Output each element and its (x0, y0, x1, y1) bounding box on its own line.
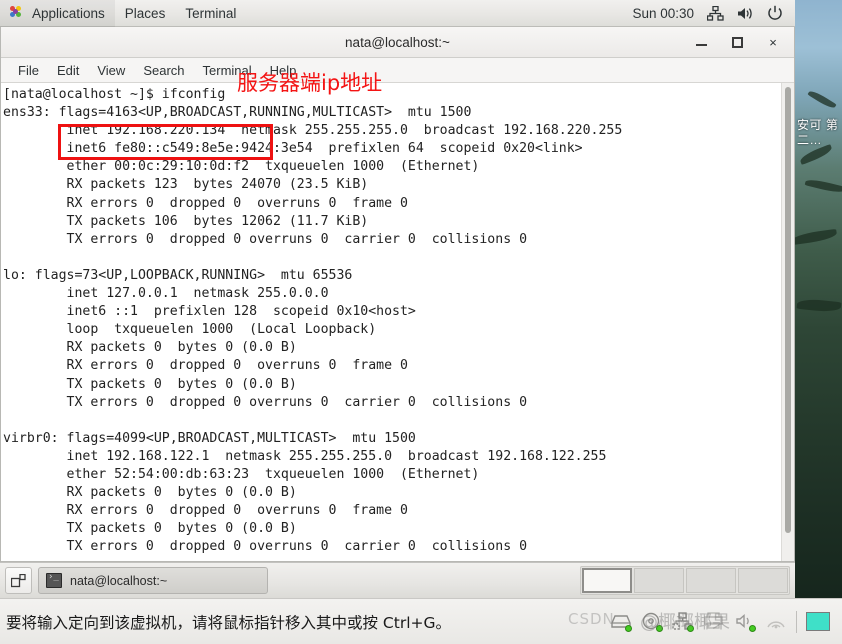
gnome-bottom-panel: nata@localhost:~ (0, 562, 795, 598)
wallpaper-text: 安可 第二… (797, 118, 839, 147)
window-controls: × (694, 35, 794, 50)
menu-terminal[interactable]: Terminal (175, 0, 246, 27)
minimize-button[interactable] (694, 35, 708, 49)
network-icon[interactable] (672, 611, 694, 632)
terminal-window: nata@localhost:~ × File Edit View Search… (0, 27, 795, 562)
menu-places-label: Places (124, 5, 166, 21)
volume-icon[interactable] (737, 6, 754, 21)
menu-places[interactable]: Places (115, 0, 176, 27)
menu-edit[interactable]: Edit (48, 61, 88, 80)
usb-icon (765, 612, 787, 632)
status-dot (656, 624, 663, 632)
screen-root: 安可 第二… Applications Places Terminal Sun … (0, 0, 842, 644)
vm-screen-indicator[interactable] (806, 612, 830, 631)
maximize-button[interactable] (730, 35, 744, 49)
sound-icon[interactable] (734, 612, 756, 632)
workspace-4[interactable] (738, 568, 788, 593)
vmware-status-message: 要将输入定向到该虚拟机，请将鼠标指针移入其中或按 Ctrl+G。 (6, 613, 452, 632)
menu-applications-label: Applications (32, 5, 105, 21)
terminal-body[interactable]: [nata@localhost ~]$ ifconfig ens33: flag… (1, 83, 794, 561)
window-title: nata@localhost:~ (345, 34, 450, 50)
status-dot (687, 624, 694, 632)
scrollbar-thumb[interactable] (785, 87, 791, 533)
workspace-1[interactable] (582, 568, 632, 593)
cdrom-icon[interactable] (641, 612, 663, 632)
menu-view[interactable]: View (88, 61, 134, 80)
gnome-top-panel: Applications Places Terminal Sun 00:30 (0, 0, 795, 27)
top-panel-status-area: Sun 00:30 (632, 5, 795, 21)
workspace-2[interactable] (634, 568, 684, 593)
menu-search[interactable]: Search (134, 61, 193, 80)
vmware-status-bar: 要将输入定向到该虚拟机，请将鼠标指针移入其中或按 Ctrl+G。 (0, 598, 842, 644)
show-desktop-icon (11, 573, 26, 587)
harddisk-icon[interactable] (610, 612, 632, 632)
workspace-switcher[interactable] (580, 566, 790, 595)
menu-terminal-label: Terminal (185, 5, 237, 21)
vmware-device-tray (610, 610, 836, 633)
terminal-scrollbar[interactable] (781, 83, 794, 561)
window-menubar: File Edit View Search Terminal Help (1, 58, 794, 83)
close-button[interactable]: × (766, 35, 780, 50)
fedora-logo-icon (10, 5, 25, 21)
show-desktop-button[interactable] (5, 567, 32, 594)
taskbar-window-label: nata@localhost:~ (70, 573, 168, 588)
status-dot (749, 624, 756, 632)
menu-help[interactable]: Help (261, 61, 306, 80)
power-icon[interactable] (767, 5, 783, 21)
panel-clock[interactable]: Sun 00:30 (632, 6, 694, 21)
network-icon[interactable] (706, 5, 724, 21)
tray-divider (796, 610, 797, 633)
window-titlebar[interactable]: nata@localhost:~ × (1, 27, 794, 58)
status-dot (625, 624, 632, 632)
menu-applications[interactable]: Applications (0, 0, 115, 27)
menu-file[interactable]: File (9, 61, 48, 80)
terminal-output[interactable]: [nata@localhost ~]$ ifconfig ens33: flag… (1, 83, 781, 561)
menu-terminal[interactable]: Terminal (194, 61, 261, 80)
desktop-wallpaper: 安可 第二… (790, 0, 842, 598)
workspace-3[interactable] (686, 568, 736, 593)
terminal-icon (46, 572, 62, 588)
taskbar-window-item[interactable]: nata@localhost:~ (38, 567, 268, 594)
printer-icon (703, 611, 725, 632)
